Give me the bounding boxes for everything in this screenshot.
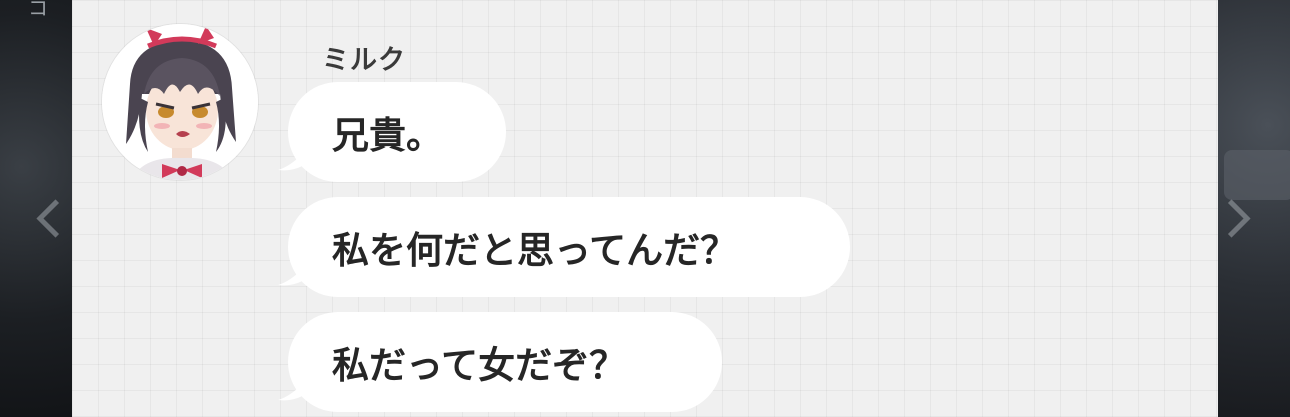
message-text: 私だって女だぞ？ [332, 344, 627, 387]
sender-name: ミルク [322, 45, 406, 76]
message-text: 私を何だと思ってんだ？ [332, 229, 738, 272]
avatar [102, 24, 258, 180]
message-bubble: 兄貴。 [278, 82, 506, 182]
bubble-tail [278, 263, 308, 286]
message-bubble: 私だって女だぞ？ [278, 312, 722, 412]
character-avatar-icon [102, 24, 258, 180]
corner-text: コ [28, 0, 48, 20]
bubble-tail [278, 378, 308, 401]
chat-panel: ミルク 兄貴。 私を何だと思ってんだ？ 私だって女だぞ？ [72, 0, 1218, 417]
message-bubble: 私を何だと思ってんだ？ [278, 197, 850, 297]
message-text: 兄貴。 [332, 114, 443, 157]
bubble-tail [278, 148, 308, 171]
game-screen: コ ミルク 兄貴。 私を何だと思ってんだ？ 私だって女だぞ？ [0, 0, 1290, 417]
